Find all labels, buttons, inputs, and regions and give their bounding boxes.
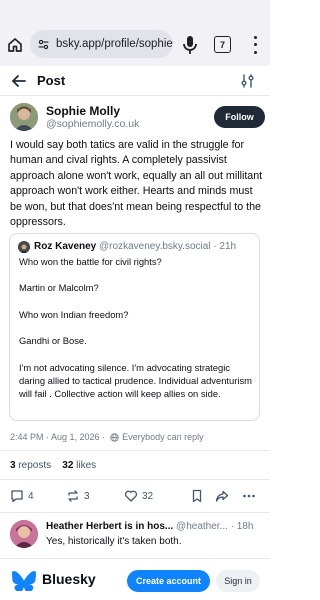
post-timestamp: 2:44 PM · Aug 1, 2026 · xyxy=(10,432,106,442)
bluesky-butterfly-icon xyxy=(12,571,36,591)
quote-line: Martin or Malcolm? xyxy=(19,282,99,294)
reply-time: · 18h xyxy=(230,521,254,532)
brand-name: Bluesky xyxy=(42,571,96,587)
reply-button[interactable]: 4 xyxy=(10,489,34,503)
more-options-button[interactable] xyxy=(242,489,256,503)
quote-author-name: Roz Kaveney xyxy=(34,241,97,252)
repost-button[interactable]: 3 xyxy=(66,489,90,503)
post-text: I would say both tatics are valid in the… xyxy=(10,139,263,229)
share-icon xyxy=(215,490,229,502)
post-stats: 3 reposts 32 likes xyxy=(10,460,96,471)
browser-toolbar: bsky.app/profile/sophier 7 xyxy=(0,28,270,62)
reply-permission[interactable]: Everybody can reply xyxy=(122,432,204,442)
like-count: 32 xyxy=(142,490,154,502)
site-settings-icon[interactable] xyxy=(37,38,50,51)
browser-menu-icon[interactable] xyxy=(248,34,262,56)
bottom-bar: Bluesky Create account Sign in xyxy=(0,558,270,600)
quote-time: · 21h xyxy=(213,241,237,252)
reply-author-handle[interactable]: @heather... xyxy=(176,521,228,532)
more-horizontal-icon xyxy=(243,494,255,498)
post-header: Post xyxy=(0,66,270,96)
globe-icon xyxy=(110,432,119,442)
quote-line: Who won Indian freedom? xyxy=(19,308,129,320)
quote-author-avatar xyxy=(18,241,30,253)
divider xyxy=(0,450,270,451)
quoted-post[interactable]: Roz Kaveney @rozkaveney.bsky.social · 21… xyxy=(9,233,260,421)
sliders-icon[interactable] xyxy=(240,73,256,89)
quote-text: Who won the battle for civil rights? Mar… xyxy=(19,255,255,400)
reply-author-name[interactable]: Heather Herbert is in hos... xyxy=(46,521,173,532)
url-text: bsky.app/profile/sophier xyxy=(56,38,173,50)
divider xyxy=(0,512,270,513)
follow-button[interactable]: Follow xyxy=(214,106,265,128)
reply-count: 4 xyxy=(28,490,34,502)
author-handle[interactable]: @sophiemolly.co.uk xyxy=(46,118,139,130)
likes-count[interactable]: 32 xyxy=(62,460,73,471)
reply-icon xyxy=(11,490,23,503)
quote-author-handle: @rozkaveney.bsky.social xyxy=(99,241,211,252)
tab-switcher-button[interactable]: 7 xyxy=(214,36,231,53)
likes-label[interactable]: likes xyxy=(76,460,96,471)
reply-text: Yes, historically it's taken both. xyxy=(46,536,182,547)
back-arrow-icon[interactable] xyxy=(10,72,28,90)
bookmark-button[interactable] xyxy=(190,489,204,503)
post-actions: 4 3 32 xyxy=(0,489,270,507)
author-name[interactable]: Sophie Molly xyxy=(46,104,120,118)
reposts-label[interactable]: reposts xyxy=(18,460,51,471)
divider xyxy=(0,479,270,480)
repost-icon xyxy=(68,490,78,502)
sign-in-button[interactable]: Sign in xyxy=(216,570,260,592)
home-icon[interactable] xyxy=(6,36,24,54)
like-button[interactable]: 32 xyxy=(124,489,153,503)
post-timestamp-row: 2:44 PM · Aug 1, 2026 · Everybody can re… xyxy=(10,432,204,442)
repost-count: 3 xyxy=(84,490,90,502)
browser-chrome: bsky.app/profile/sophier 7 xyxy=(0,0,270,66)
quote-line: Gandhi or Bose. xyxy=(19,335,87,347)
microphone-icon[interactable] xyxy=(181,35,199,55)
reply-header: Heather Herbert is in hos... @heather...… xyxy=(46,521,264,532)
create-account-button[interactable]: Create account xyxy=(127,570,210,592)
quote-line: I'm not advocating silence. I'm advocati… xyxy=(19,361,252,399)
page-title: Post xyxy=(37,73,66,88)
author-avatar[interactable] xyxy=(10,103,38,131)
share-button[interactable] xyxy=(215,489,229,503)
quote-header: Roz Kaveney @rozkaveney.bsky.social · 21… xyxy=(34,241,236,252)
reposts-count[interactable]: 3 xyxy=(10,460,16,471)
address-bar[interactable]: bsky.app/profile/sophier xyxy=(30,30,173,58)
reply-author-avatar[interactable] xyxy=(10,520,38,548)
heart-icon xyxy=(124,490,138,502)
quote-line: Who won the battle for civil rights? xyxy=(19,256,162,267)
bookmark-icon xyxy=(192,489,202,503)
